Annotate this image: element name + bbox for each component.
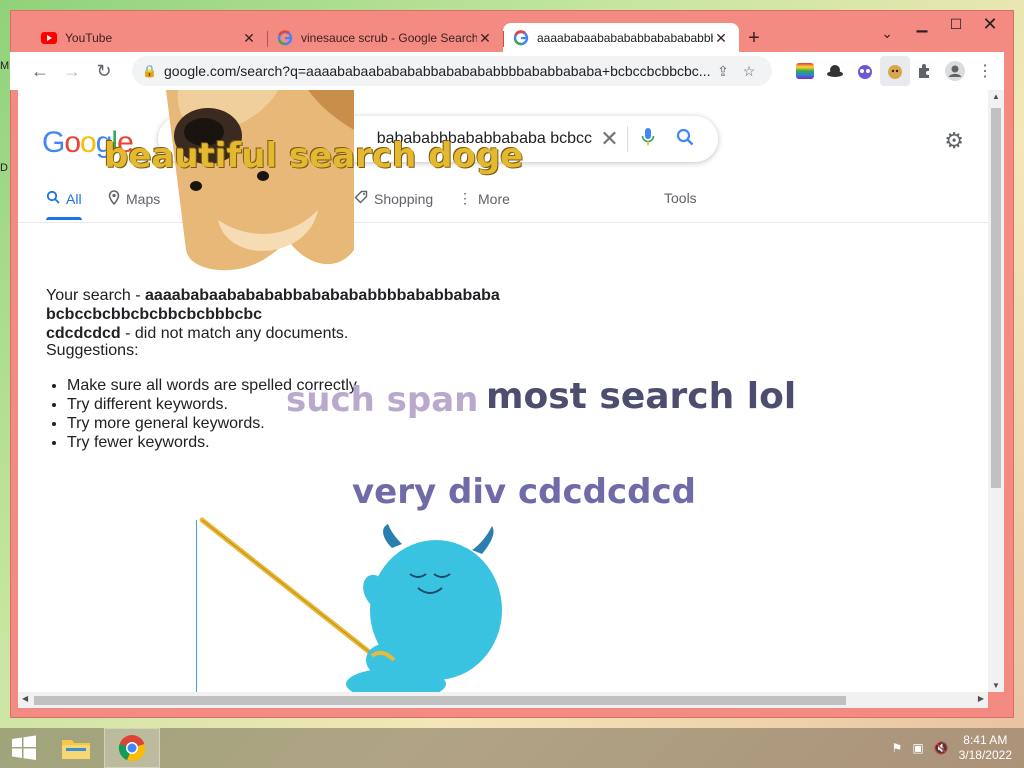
horizontal-scroll-thumb[interactable]: [34, 696, 846, 705]
clock-time: 8:41 AM: [963, 733, 1008, 747]
search-icon: [46, 190, 60, 207]
tab-label: More: [478, 190, 510, 207]
tab-active-search[interactable]: aaaababaababababbababababbb ✕: [503, 23, 739, 53]
suggestions-title: Suggestions:: [46, 342, 139, 359]
fishing-monster-illustration: [196, 517, 502, 692]
file-explorer-button[interactable]: [48, 728, 104, 768]
extension-rainbow-icon[interactable]: [790, 56, 820, 86]
tab-more[interactable]: ⋮ More: [458, 190, 510, 207]
minimize-button[interactable]: ▁: [905, 13, 939, 35]
url-text: google.com/search?q=aaaababaababababbaba…: [164, 63, 710, 79]
scroll-down-arrow[interactable]: ▼: [988, 681, 1004, 690]
profile-avatar-icon[interactable]: [940, 56, 970, 86]
google-icon: [513, 30, 529, 46]
new-tab-button[interactable]: +: [739, 23, 769, 53]
tab-title: YouTube: [65, 31, 113, 45]
clear-search-icon[interactable]: ✕: [592, 126, 628, 152]
tab-title: vinesauce scrub - Google Search: [301, 31, 477, 45]
clock[interactable]: 8:41 AM 3/18/2022: [959, 733, 1012, 763]
extensions-puzzle-icon[interactable]: [910, 56, 940, 86]
browser-toolbar: ← → ↻ 🔒 google.com/search?q=aaaababaabab…: [10, 52, 1004, 90]
vertical-scroll-thumb[interactable]: [991, 108, 1001, 488]
scroll-left-arrow[interactable]: ◀: [22, 694, 28, 703]
result-suffix: - did not match any documents.: [120, 325, 349, 342]
doge-caption-very: very div cdcdcdcd: [352, 472, 696, 512]
reload-button[interactable]: ↻: [88, 55, 120, 87]
search-submit-icon[interactable]: [668, 128, 702, 151]
horizontal-scrollbar[interactable]: ◀ ▶: [18, 692, 988, 708]
doge-image: [166, 90, 354, 271]
forward-button[interactable]: →: [56, 55, 88, 87]
close-tab-icon[interactable]: ✕: [477, 30, 493, 47]
close-tab-icon[interactable]: ✕: [713, 30, 729, 47]
result-prefix: Your search -: [46, 287, 146, 304]
tab-label: Maps: [126, 191, 161, 207]
extension-doge-icon[interactable]: [880, 56, 910, 86]
vertical-scrollbar[interactable]: ▲ ▼: [988, 90, 1004, 692]
doge-caption-such: such span: [286, 380, 479, 420]
system-tray: ⚑ ▣ 🔇 8:41 AM 3/18/2022: [892, 728, 1012, 768]
tab-search-icon[interactable]: ⌄: [881, 25, 893, 42]
bookmark-star-icon[interactable]: ☆: [736, 63, 762, 80]
tab-maps[interactable]: Maps: [108, 190, 160, 208]
tab-title: aaaababaababababbababababbb: [537, 31, 713, 45]
close-tab-icon[interactable]: ✕: [241, 30, 257, 47]
extension-creature-icon[interactable]: [850, 56, 880, 86]
microphone-icon[interactable]: [628, 127, 668, 152]
volume-muted-icon[interactable]: 🔇: [934, 741, 949, 755]
action-center-flag-icon[interactable]: ⚑: [892, 741, 903, 755]
share-icon[interactable]: ⇪: [710, 63, 736, 80]
no-results-message: Your search - aaaababaababababbababababb…: [46, 286, 706, 343]
window-controls: ▁ ☐ ✕: [905, 13, 1007, 35]
maximize-button[interactable]: ☐: [939, 13, 973, 35]
browser-menu-icon[interactable]: ⋮: [970, 56, 1000, 86]
close-window-button[interactable]: ✕: [973, 13, 1007, 35]
tab-label: Tools: [664, 190, 697, 206]
doge-caption-most: most search lol: [486, 376, 797, 417]
clock-date: 3/18/2022: [958, 748, 1012, 762]
youtube-icon: [41, 30, 57, 46]
tab-label: All: [66, 190, 82, 207]
desktop-icon-d[interactable]: D: [0, 162, 10, 176]
scroll-up-arrow[interactable]: ▲: [988, 92, 1004, 101]
google-icon: [277, 30, 293, 46]
extension-hat-icon[interactable]: [820, 56, 850, 86]
chrome-taskbar-button[interactable]: [104, 728, 160, 768]
list-item: Try fewer keywords.: [67, 433, 360, 452]
lock-icon: 🔒: [142, 64, 157, 78]
google-results-page: Google babababbbababbababa bcbcc ✕ ⚙ All…: [18, 90, 988, 692]
tab-all[interactable]: All: [46, 190, 82, 220]
settings-gear-icon[interactable]: ⚙: [944, 128, 964, 154]
taskbar: ⚑ ▣ 🔇 8:41 AM 3/18/2022: [0, 728, 1024, 768]
tab-youtube[interactable]: YouTube ✕: [31, 23, 267, 53]
tab-shopping[interactable]: Shopping: [354, 190, 433, 207]
start-button[interactable]: [0, 728, 48, 768]
tab-label: Shopping: [374, 190, 434, 207]
doge-caption-beautiful: beautiful search doge: [104, 136, 524, 176]
tab-tools[interactable]: Tools: [664, 190, 697, 206]
scroll-right-arrow[interactable]: ▶: [978, 694, 984, 703]
result-query-cont: cdcdcdcd: [46, 325, 121, 342]
more-icon: ⋮: [458, 190, 472, 206]
tab-strip: YouTube ✕ vinesauce scrub - Google Searc…: [31, 21, 769, 53]
desktop-icon-m[interactable]: M: [0, 60, 10, 74]
tab-vinesauce-search[interactable]: vinesauce scrub - Google Search ✕: [267, 23, 503, 53]
back-button[interactable]: ←: [24, 55, 56, 87]
map-pin-icon: [108, 190, 120, 208]
network-icon[interactable]: ▣: [912, 741, 923, 755]
address-bar[interactable]: 🔒 google.com/search?q=aaaababaababababba…: [132, 56, 772, 86]
